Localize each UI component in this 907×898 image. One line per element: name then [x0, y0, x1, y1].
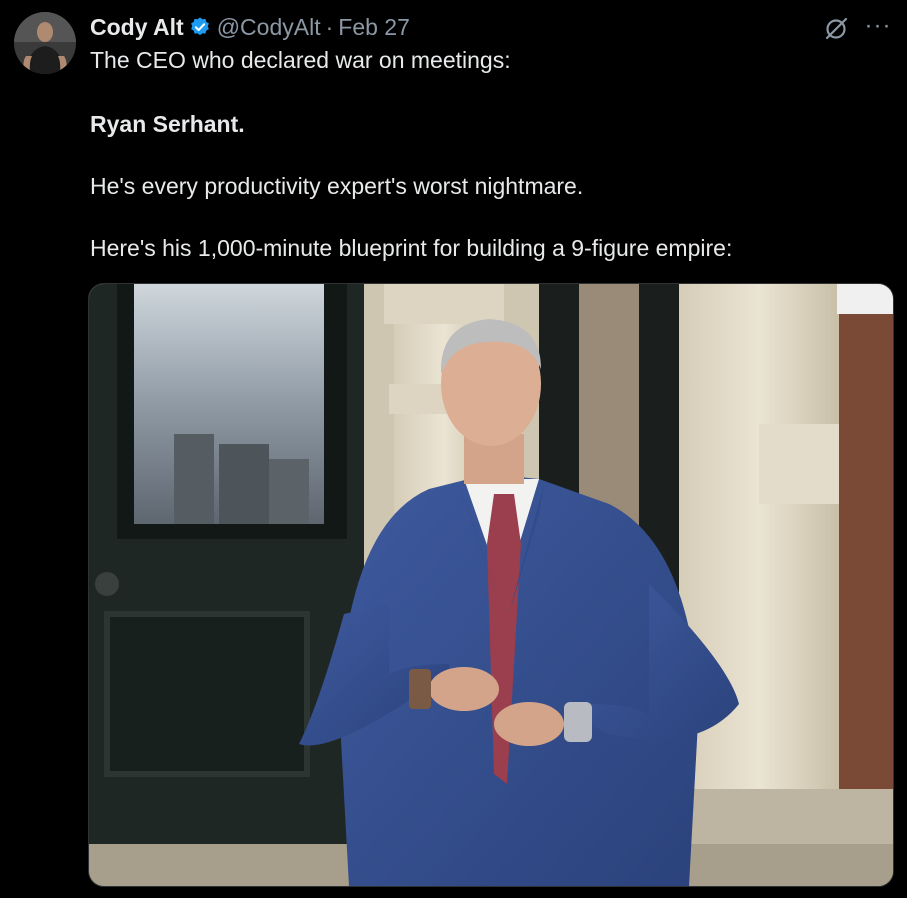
tweet-text-line-3: He's every productivity expert's worst n… — [90, 173, 584, 199]
tweet-text-line-2: Ryan Serhant. — [90, 111, 245, 137]
author-name[interactable]: Cody Alt — [90, 14, 184, 41]
verified-badge-icon — [189, 16, 211, 38]
tweet-text-line-1: The CEO who declared war on meetings: — [90, 47, 511, 73]
more-options-icon[interactable]: ··· — [862, 14, 894, 42]
tweet-date[interactable]: Feb 27 — [338, 14, 410, 41]
tweet-text-line-4: Here's his 1,000-minute blueprint for bu… — [90, 235, 733, 261]
grok-icon[interactable] — [821, 14, 851, 44]
author-avatar[interactable] — [14, 12, 76, 74]
separator-dot: · — [325, 13, 334, 40]
tweet-header: Cody Alt @CodyAlt · Feb 27 — [90, 12, 410, 42]
tweet-media-photo[interactable] — [88, 283, 894, 887]
author-handle[interactable]: @CodyAlt — [217, 14, 321, 41]
